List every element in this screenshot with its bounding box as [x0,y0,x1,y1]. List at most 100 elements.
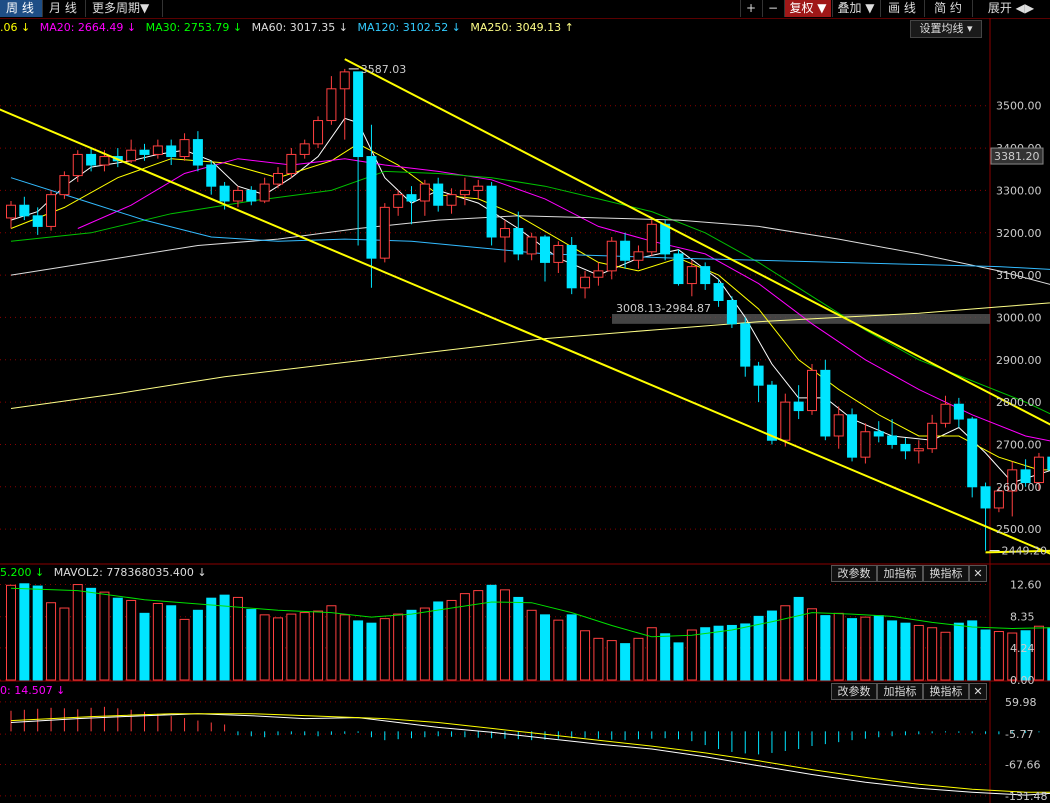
volume-bar [1020,630,1031,681]
volume-bar [673,642,684,681]
candle-body [540,236,550,263]
candle-body [860,431,871,458]
candle-body [913,448,924,452]
volume-bar [379,618,390,681]
candle-body [633,251,644,261]
volume-bar [820,615,831,681]
candle-body [900,443,911,452]
candle-body [726,300,737,325]
candle-body [620,240,631,261]
candle-body [887,435,898,445]
macd-dif-line [10,713,1050,796]
candle-body [326,88,337,122]
candle-body [86,153,97,166]
volume-bar [232,596,243,681]
volume-bar [633,637,644,681]
candle-body [72,153,83,177]
candle-body [927,422,938,450]
candle-body [139,149,150,155]
candle-body [753,365,764,386]
candle-body [473,185,484,191]
volume-bar [6,584,16,681]
candle-body [660,223,671,255]
candle-body [486,185,497,238]
candle-body [980,486,991,509]
volume-bar [179,618,190,681]
candle-body [419,183,430,202]
candle-body [433,183,444,206]
volume-bar [660,633,671,681]
volume-bar [1033,625,1044,681]
price-tick-label: 3500.00 [996,100,1042,113]
candle-body [459,189,470,196]
volume-bar [299,612,310,681]
candle-body [232,189,243,202]
volume-bar [406,609,417,681]
candle-body [1033,456,1044,484]
price-tick-label: 2700.00 [996,438,1042,451]
volume-bar [900,622,911,681]
volume-bar [566,614,577,681]
current-price-label: 3381.20 [994,150,1040,163]
volume-bar [740,623,751,681]
volume-bar [847,618,858,681]
volume-bar [606,640,617,681]
volume-bar [246,609,257,681]
candle-body [206,164,217,187]
candle-body [686,266,697,285]
volume-bar [953,622,964,681]
macd-panel [10,706,1050,796]
volume-bar [353,620,364,681]
volume-bar [313,610,324,681]
candle-body [499,228,510,238]
candle-body [393,194,404,208]
price-axis: 3500.003400.003300.003200.003100.003000.… [990,100,1047,803]
candle-body [219,185,230,202]
price-tick-label: 2500.00 [996,523,1042,536]
volume-bar [726,624,737,681]
candle-body [793,401,804,412]
volume-bar [139,612,150,681]
volume-bar [913,624,924,681]
volume-bar [940,631,951,681]
kline-chart[interactable]: 3500.003400.003300.003200.003100.003000.… [0,0,1050,803]
candle-body [313,120,324,145]
candle-body [740,323,751,367]
candle-body [526,236,537,255]
volume-bar [967,620,978,681]
volume-bar [206,597,217,681]
moving-averages [10,117,1050,484]
candle-body [593,270,604,278]
candle-body [6,204,16,219]
price-band-label: 3008.13-2984.87 [616,302,711,315]
candle-body [446,194,457,206]
volume-bar [499,589,510,681]
volume-bar [166,605,177,681]
macd-tick-label: -67.66 [1005,759,1040,772]
volume-bar [326,605,337,681]
volume-bar [393,613,404,681]
candle-body [847,414,858,458]
volume-tick-label: 12.60 [1010,579,1042,592]
volume-bar [86,587,97,681]
volume-bar [927,627,938,681]
trend-line-0 [0,108,1050,555]
volume-bar [753,615,764,681]
macd-dea-line [10,713,1050,793]
volume-bar [686,629,697,681]
ma-line-0 [10,117,1050,484]
volume-bar [993,631,1004,681]
volume-tick-label: 8.35 [1010,611,1035,624]
candle-body [353,71,364,158]
volume-bar [486,584,497,681]
volume-bar [126,599,137,681]
volume-bar [887,620,898,681]
candle-body [99,156,110,166]
volume-bar [553,619,564,681]
candle-body [700,266,711,285]
grid [0,18,1050,803]
candle-body [606,240,617,272]
volume-bar [273,617,283,681]
macd-tick-label: 59.98 [1005,696,1037,709]
candle-body [566,244,577,289]
